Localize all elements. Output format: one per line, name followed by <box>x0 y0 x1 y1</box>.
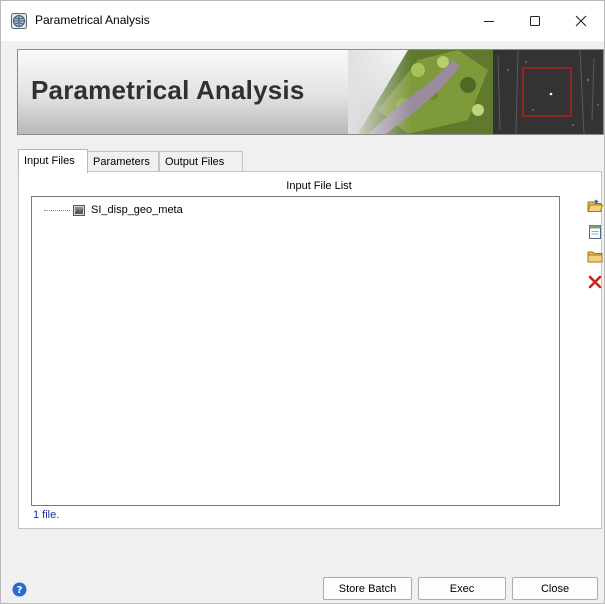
help-icon[interactable]: ? <box>12 582 27 597</box>
delete-x-icon <box>588 275 602 289</box>
minimize-icon <box>484 21 494 22</box>
title-bar[interactable]: Parametrical Analysis <box>1 1 604 41</box>
close-button[interactable]: Close <box>512 577 598 600</box>
window-title: Parametrical Analysis <box>35 13 150 27</box>
tab-parameters-label: Parameters <box>93 156 150 168</box>
tab-output-files-label: Output Files <box>165 156 225 168</box>
close-window-button[interactable] <box>558 1 604 41</box>
satellite-imagery-graphic <box>348 50 603 134</box>
folder-button[interactable] <box>586 247 604 265</box>
parametrical-analysis-window: Parametrical Analysis Parametrical Analy… <box>0 0 605 604</box>
tree-connector <box>44 209 70 211</box>
open-folder-button[interactable] <box>586 197 604 215</box>
exec-button[interactable]: Exec <box>418 577 506 600</box>
open-folder-icon <box>587 199 603 212</box>
input-file-list[interactable]: SI_disp_geo_meta <box>31 196 560 506</box>
tab-input-files-label: Input Files <box>24 155 75 167</box>
maximize-button[interactable] <box>512 1 558 41</box>
banner-title: Parametrical Analysis <box>31 75 305 105</box>
minimize-button[interactable] <box>466 1 512 41</box>
file-count-status: 1 file. <box>33 509 60 521</box>
header-banner: Parametrical Analysis <box>17 49 604 135</box>
document-icon <box>589 225 601 239</box>
tab-output-files[interactable]: Output Files <box>159 151 243 172</box>
tab-parameters[interactable]: Parameters <box>87 151 159 172</box>
input-files-panel: Input File List SI_disp_geo_meta 1 file. <box>18 171 604 529</box>
file-name: SI_disp_geo_meta <box>91 204 183 216</box>
remove-file-button[interactable] <box>586 273 604 291</box>
svg-text:?: ? <box>17 585 23 596</box>
maximize-icon <box>530 16 540 26</box>
store-batch-button[interactable]: Store Batch <box>323 577 412 600</box>
globe-app-icon <box>11 13 27 29</box>
folder-icon <box>587 251 603 262</box>
input-file-list-caption: Input File List <box>286 180 352 192</box>
close-icon <box>575 15 587 27</box>
new-list-button[interactable] <box>586 223 604 241</box>
list-item[interactable]: SI_disp_geo_meta <box>44 203 183 217</box>
raster-file-icon <box>73 204 85 216</box>
tab-input-files[interactable]: Input Files <box>18 149 88 173</box>
